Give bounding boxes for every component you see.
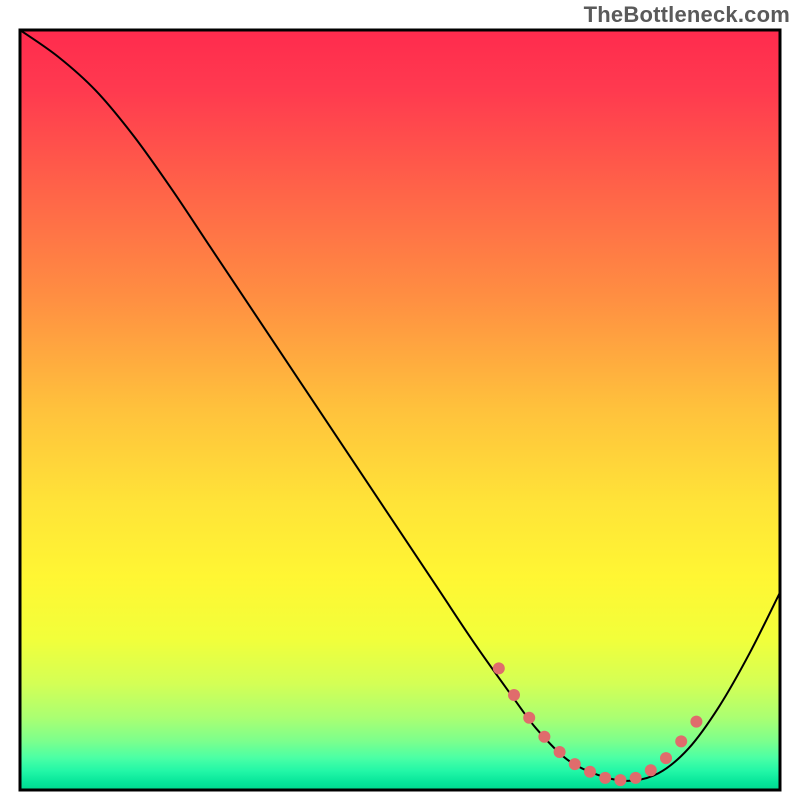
bottleneck-chart [0, 0, 800, 800]
highlight-marker [569, 758, 581, 770]
highlight-marker [645, 764, 657, 776]
highlight-marker [538, 731, 550, 743]
highlight-marker [493, 662, 505, 674]
highlight-marker [554, 746, 566, 758]
highlight-marker [630, 772, 642, 784]
highlight-marker [523, 712, 535, 724]
highlight-marker [690, 716, 702, 728]
highlight-marker [508, 689, 520, 701]
highlight-marker [675, 735, 687, 747]
highlight-marker [614, 774, 626, 786]
highlight-marker [660, 752, 672, 764]
highlight-marker [599, 772, 611, 784]
highlight-marker [584, 766, 596, 778]
gradient-background [20, 30, 780, 790]
watermark-text: TheBottleneck.com [584, 2, 790, 28]
